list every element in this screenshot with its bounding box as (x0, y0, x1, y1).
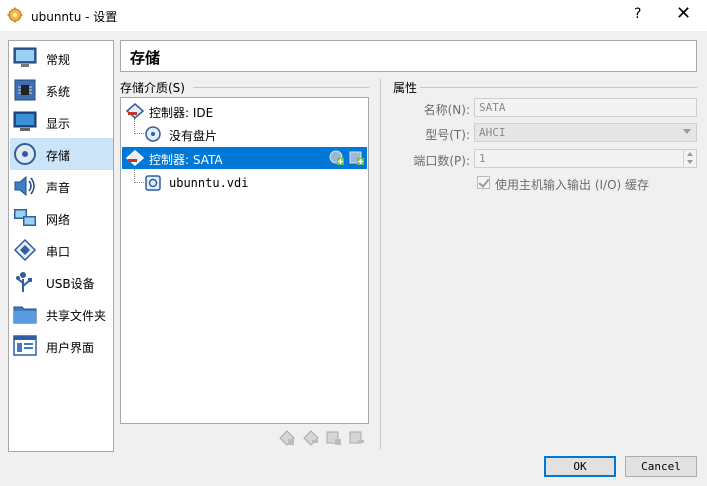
nav-item-label: 系统 (46, 85, 71, 99)
storage-tree[interactable]: 控制器: IDE 没有盘片 控制器: SATA ubunntu.vdi (120, 97, 369, 424)
add-controller-icon[interactable] (279, 430, 295, 446)
controller-name-field[interactable]: SATA (474, 98, 697, 117)
controller-name-label: 名称(N): (423, 103, 470, 117)
serial-port-icon (13, 239, 37, 261)
nav-item-storage[interactable]: 存储 (10, 138, 113, 170)
tree-item-label: 没有盘片 (169, 129, 218, 143)
add-optical-drive-icon[interactable] (329, 150, 344, 165)
port-count-label: 端口数(P): (413, 154, 470, 168)
attributes-header-divider (420, 87, 697, 88)
attributes-header: 属性 (393, 81, 418, 95)
spinner-buttons[interactable] (683, 150, 696, 167)
tree-item-ide-controller[interactable]: 控制器: IDE (122, 100, 367, 122)
nav-item-label: 显示 (46, 117, 71, 131)
page-title: 存储 (120, 40, 697, 72)
controller-type-label: 型号(T): (425, 128, 470, 142)
window-title: ubunntu - 设置 (31, 10, 118, 24)
nav-item-label: 网络 (46, 213, 71, 227)
tree-item-empty-disc[interactable]: 没有盘片 (122, 123, 367, 145)
nav-item-general[interactable]: 常规 (10, 42, 113, 74)
nav-item-label: 用户界面 (46, 341, 95, 355)
system-icon (14, 79, 36, 101)
nav-item-display[interactable]: 显示 (10, 106, 113, 138)
host-io-cache-label: 使用主机输入输出 (I/O) 缓存 (495, 178, 650, 192)
nav-item-label: USB设备 (46, 277, 95, 291)
tree-item-label: ubunntu.vdi (169, 176, 249, 190)
nav-item-serial-port[interactable]: 串口 (10, 234, 113, 266)
panel-splitter[interactable] (380, 79, 381, 449)
port-count-stepper[interactable]: 1 (474, 149, 697, 168)
optical-disc-icon (145, 126, 161, 142)
chevron-down-icon (683, 129, 691, 134)
add-hard-disk-icon[interactable] (349, 150, 364, 165)
tree-item-hard-disk[interactable]: ubunntu.vdi (122, 172, 367, 194)
nav-item-system[interactable]: 系统 (10, 74, 113, 106)
hard-disk-icon (145, 175, 161, 191)
audio-icon (14, 175, 35, 197)
nav-item-label: 串口 (46, 245, 71, 259)
close-button[interactable]: ✕ (676, 3, 691, 24)
nav-item-label: 声音 (46, 181, 71, 195)
nav-item-label: 存储 (46, 149, 71, 163)
ide-controller-icon (126, 103, 144, 119)
remove-controller-icon[interactable] (303, 430, 319, 446)
nav-item-user-interface[interactable]: 用户界面 (10, 330, 113, 362)
user-interface-icon (13, 335, 37, 356)
usb-icon (16, 272, 32, 292)
remove-attachment-icon[interactable] (349, 430, 365, 446)
nav-item-usb[interactable]: USB设备 (10, 266, 113, 298)
settings-navigation: 常规 系统 显示 存储 声音 网络 串口 USB设备 共享文件夹 用户界面 (8, 40, 114, 452)
tree-item-sata-controller[interactable]: 控制器: SATA (122, 147, 367, 169)
ok-button[interactable]: OK (544, 456, 616, 477)
help-button[interactable]: ? (634, 6, 641, 22)
tree-item-label: 控制器: IDE (149, 106, 214, 120)
shared-folder-icon (13, 306, 37, 324)
storage-media-header: 存储介质(S) (120, 81, 185, 95)
host-io-cache-checkbox[interactable] (477, 176, 490, 189)
nav-item-shared-folder[interactable]: 共享文件夹 (10, 298, 113, 330)
cancel-button[interactable]: Cancel (625, 456, 697, 477)
storage-icon (14, 143, 36, 165)
general-icon (13, 47, 37, 67)
chevron-down-icon (687, 160, 693, 164)
display-icon (13, 111, 37, 131)
nav-item-label: 常规 (46, 53, 71, 67)
title-bar: ubunntu - 设置 ? ✕ (0, 0, 707, 31)
network-icon (14, 209, 36, 226)
controller-type-select[interactable]: AHCI (474, 123, 697, 142)
virtualbox-settings-icon (7, 7, 23, 23)
port-count-value: 1 (479, 152, 486, 165)
controller-type-value: AHCI (479, 126, 506, 139)
sata-controller-icon (126, 150, 144, 166)
add-attachment-icon[interactable] (326, 430, 342, 446)
nav-item-network[interactable]: 网络 (10, 202, 113, 234)
nav-item-label: 共享文件夹 (46, 309, 107, 323)
chevron-up-icon (687, 152, 693, 156)
storage-header-divider (193, 87, 369, 88)
nav-item-audio[interactable]: 声音 (10, 170, 113, 202)
tree-item-label: 控制器: SATA (149, 153, 223, 167)
